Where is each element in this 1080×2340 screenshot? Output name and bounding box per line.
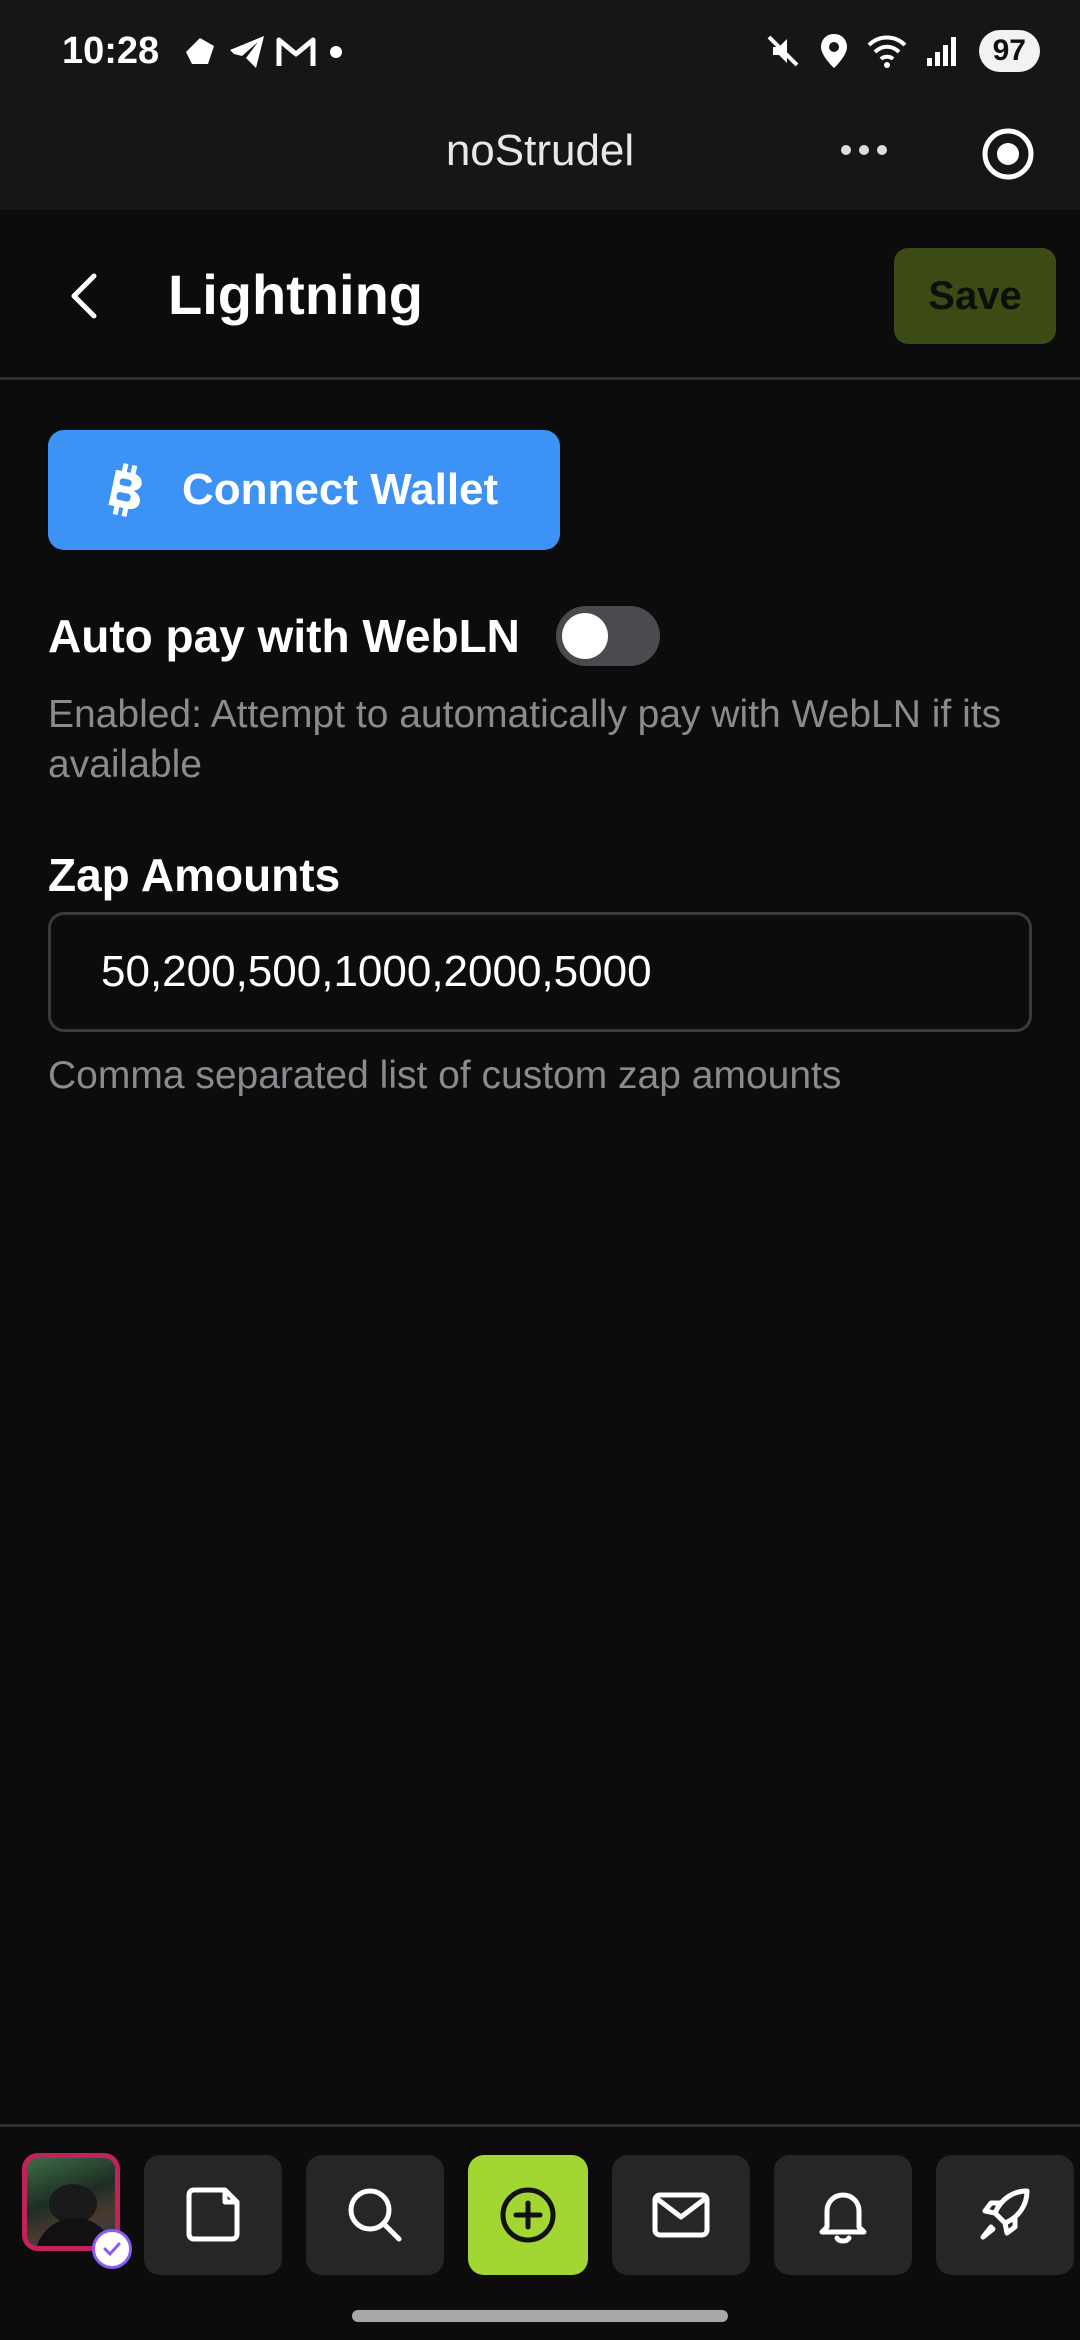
browser-title: noStrudel	[445, 126, 635, 175]
connect-wallet-button[interactable]: Connect Wallet	[48, 430, 560, 550]
search-icon	[348, 2188, 402, 2242]
nav-notifications-button[interactable]	[774, 2155, 912, 2275]
status-right-icons: 97	[765, 30, 1040, 72]
status-bar: 10:28 97	[0, 0, 1080, 110]
back-arrow-icon[interactable]	[58, 268, 114, 324]
nav-launch-button[interactable]	[936, 2155, 1074, 2275]
signal-app-icon	[186, 38, 214, 64]
record-icon[interactable]	[980, 126, 1036, 182]
autopay-label: Auto pay with WebLN	[48, 610, 520, 662]
location-icon	[820, 34, 847, 68]
page-title: Lightning	[168, 263, 424, 326]
wifi-icon	[867, 35, 907, 68]
home-indicator[interactable]	[352, 2310, 728, 2322]
nav-notes-button[interactable]	[144, 2155, 282, 2275]
zap-amounts-input[interactable]	[48, 912, 1032, 1032]
more-options-icon[interactable]	[836, 130, 892, 170]
mute-icon	[767, 35, 799, 67]
launch-icon	[980, 2188, 1030, 2240]
connect-wallet-label: Connect Wallet	[182, 465, 499, 514]
save-button[interactable]: Save	[894, 248, 1056, 344]
dot-icon	[330, 46, 342, 58]
toggle-knob	[561, 613, 608, 659]
nav-post-button[interactable]	[468, 2155, 588, 2275]
notes-icon	[186, 2187, 240, 2242]
bottom-nav	[0, 2124, 1080, 2294]
autopay-toggle[interactable]	[555, 606, 660, 666]
messages-icon	[652, 2192, 710, 2238]
nav-search-button[interactable]	[306, 2155, 444, 2275]
zap-amounts-help-text: Comma separated list of custom zap amoun…	[48, 1054, 842, 1097]
notifications-icon	[819, 2192, 867, 2244]
status-left-icons	[182, 34, 346, 70]
cell-signal-icon	[926, 37, 956, 66]
top-chrome: 10:28 97 noStrudel	[0, 0, 1080, 210]
telegram-icon	[230, 36, 264, 68]
bitcoin-icon	[108, 463, 142, 517]
zap-amounts-label: Zap Amounts	[48, 849, 341, 901]
status-time: 10:28	[62, 30, 160, 72]
verified-badge-icon	[92, 2229, 132, 2269]
autopay-help-text: Enabled: Attempt to automatically pay wi…	[48, 693, 1002, 786]
gmail-icon	[276, 37, 316, 66]
post-icon	[500, 2187, 556, 2243]
battery-indicator: 97	[978, 30, 1040, 72]
page-header: Lightning Save	[0, 210, 1080, 380]
autopay-row: Auto pay with WebLN	[48, 604, 660, 668]
nav-messages-button[interactable]	[612, 2155, 750, 2275]
